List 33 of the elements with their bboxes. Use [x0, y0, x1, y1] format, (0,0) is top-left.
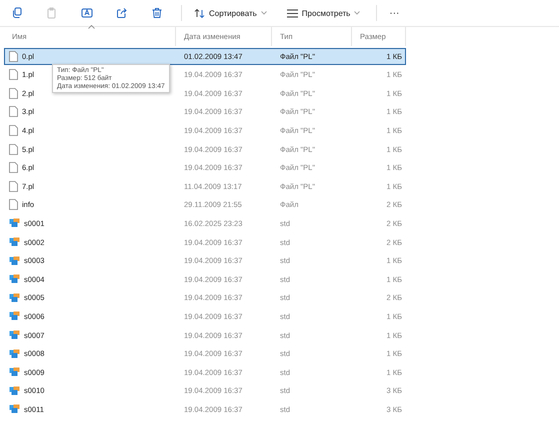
file-icon — [9, 199, 18, 210]
chevron-icon — [354, 11, 360, 15]
file-icon — [9, 106, 18, 118]
copy-icon — [11, 7, 23, 19]
app-icon — [9, 386, 20, 396]
app-icon — [9, 404, 20, 414]
rename-icon — [81, 7, 93, 19]
file-icon — [9, 162, 18, 174]
sort-icon — [194, 8, 205, 18]
app-icon — [9, 256, 20, 266]
more-button[interactable]: ··· — [385, 8, 404, 18]
list-icon — [286, 8, 298, 18]
app-icon — [9, 348, 20, 359]
app-icon — [9, 311, 20, 322]
file-icon — [9, 88, 18, 99]
sort-caret-icon — [88, 25, 95, 29]
file-icon — [9, 144, 18, 155]
chevron-icon — [260, 11, 267, 15]
view-button[interactable]: Просмотреть — [282, 3, 364, 23]
app-icon — [9, 237, 20, 248]
file-icon — [9, 124, 18, 136]
app-icon — [9, 274, 20, 284]
paste-icon — [46, 7, 58, 19]
share-icon — [116, 7, 128, 19]
app-icon — [9, 330, 20, 340]
app-icon — [9, 218, 20, 228]
file-icon — [9, 69, 18, 80]
app-icon — [9, 367, 20, 378]
delete-icon — [151, 7, 163, 19]
file-icon — [9, 180, 18, 192]
file-icon — [9, 50, 18, 62]
app-icon — [9, 292, 20, 303]
sort-button[interactable]: Сортировать — [190, 3, 271, 23]
